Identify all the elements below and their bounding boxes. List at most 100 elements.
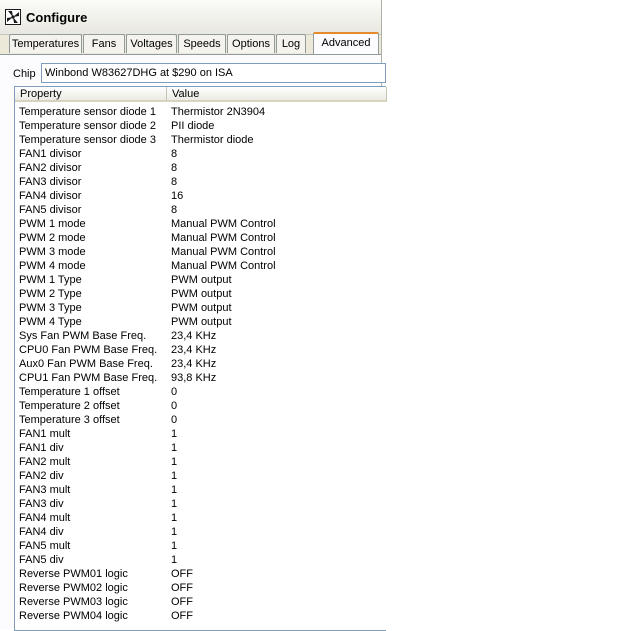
table-row[interactable]: FAN1 divisor 8	[15, 147, 387, 161]
list-header: Property Value	[15, 87, 387, 102]
property-cell: FAN5 div	[19, 554, 64, 566]
property-cell: PWM 1 Type	[19, 274, 82, 286]
table-row[interactable]: Temperature 2 offset 0	[15, 399, 387, 413]
list-rows: Temperature sensor diode 1 Thermistor 2N3…	[15, 105, 387, 623]
table-row[interactable]: FAN4 mult 1	[15, 511, 387, 525]
table-row[interactable]: FAN4 div 1	[15, 525, 387, 539]
table-row[interactable]: FAN5 div 1	[15, 553, 387, 567]
value-cell: OFF	[171, 596, 193, 608]
property-cell: FAN4 div	[19, 526, 64, 538]
window-title: Configure	[26, 10, 88, 25]
tab-voltages[interactable]: Voltages	[126, 34, 177, 53]
property-cell: PWM 4 Type	[19, 316, 82, 328]
property-cell: Temperature sensor diode 2	[19, 120, 156, 132]
property-cell: FAN1 mult	[19, 428, 71, 440]
table-row[interactable]: FAN1 mult 1	[15, 427, 387, 441]
table-row[interactable]: PWM 1 mode Manual PWM Control	[15, 217, 387, 231]
column-header-value[interactable]: Value	[167, 87, 387, 102]
table-row[interactable]: PWM 4 Type PWM output	[15, 315, 387, 329]
title-bar[interactable]: Configure	[0, 0, 381, 35]
table-row[interactable]: Temperature sensor diode 2 PII diode	[15, 119, 387, 133]
value-cell: OFF	[171, 582, 193, 594]
table-row[interactable]: FAN2 divisor 8	[15, 161, 387, 175]
table-row[interactable]: PWM 3 mode Manual PWM Control	[15, 245, 387, 259]
property-cell: Temperature sensor diode 3	[19, 134, 156, 146]
table-row[interactable]: Aux0 Fan PWM Base Freq. 23,4 KHz	[15, 357, 387, 371]
table-row[interactable]: PWM 2 Type PWM output	[15, 287, 387, 301]
value-cell: 8	[171, 176, 178, 188]
value-cell: 8	[171, 162, 178, 174]
property-cell: FAN4 mult	[19, 512, 71, 524]
table-row[interactable]: FAN5 mult 1	[15, 539, 387, 553]
table-row[interactable]: FAN2 div 1	[15, 469, 387, 483]
property-cell: Temperature sensor diode 1	[19, 106, 156, 118]
property-cell: Temperature 1 offset	[19, 386, 120, 398]
table-row[interactable]: FAN3 divisor 8	[15, 175, 387, 189]
table-row[interactable]: Reverse PWM01 logic OFF	[15, 567, 387, 581]
column-header-property[interactable]: Property	[15, 87, 167, 102]
configure-window: Configure Temperatures Fans Voltages Spe…	[0, 0, 387, 631]
property-cell: Temperature 3 offset	[19, 414, 120, 426]
property-cell: Reverse PWM02 logic	[19, 582, 128, 594]
table-row[interactable]: PWM 4 mode Manual PWM Control	[15, 259, 387, 273]
value-cell: 1	[171, 540, 178, 552]
value-cell: 1	[171, 470, 178, 482]
tab-options[interactable]: Options	[227, 34, 275, 53]
value-cell: Thermistor 2N3904	[171, 106, 266, 118]
value-cell: 1	[171, 484, 178, 496]
advanced-panel: Chip Winbond W83627DHG at $290 on ISA Pr…	[0, 54, 387, 631]
table-row[interactable]: Reverse PWM04 logic OFF	[15, 609, 387, 623]
tab-log[interactable]: Log	[276, 34, 306, 53]
property-list[interactable]: Property Value Temperature sensor diode …	[14, 86, 387, 631]
table-row[interactable]: FAN4 divisor 16	[15, 189, 387, 203]
property-cell: Sys Fan PWM Base Freq.	[19, 330, 147, 342]
tab-advanced[interactable]: Advanced	[313, 32, 379, 55]
table-row[interactable]: FAN1 div 1	[15, 441, 387, 455]
value-cell: 1	[171, 526, 178, 538]
table-row[interactable]: PWM 1 Type PWM output	[15, 273, 387, 287]
property-cell: FAN3 mult	[19, 484, 71, 496]
table-row[interactable]: Reverse PWM03 logic OFF	[15, 595, 387, 609]
value-cell: 23,4 KHz	[171, 344, 217, 356]
value-cell: 8	[171, 204, 178, 216]
table-row[interactable]: PWM 2 mode Manual PWM Control	[15, 231, 387, 245]
value-cell: 1	[171, 456, 178, 468]
property-cell: FAN2 div	[19, 470, 64, 482]
table-row[interactable]: FAN3 mult 1	[15, 483, 387, 497]
table-row[interactable]: Temperature sensor diode 3 Thermistor dio…	[15, 133, 387, 147]
value-cell: PWM output	[171, 302, 232, 314]
value-cell: Manual PWM Control	[171, 246, 276, 258]
property-cell: PWM 2 Type	[19, 288, 82, 300]
table-row[interactable]: FAN2 mult 1	[15, 455, 387, 469]
value-cell: 16	[171, 190, 184, 202]
value-cell: 1	[171, 512, 178, 524]
value-cell: Thermistor diode	[171, 134, 254, 146]
property-cell: PWM 4 mode	[19, 260, 86, 272]
value-cell: 0	[171, 400, 178, 412]
table-row[interactable]: FAN5 divisor 8	[15, 203, 387, 217]
property-cell: FAN2 mult	[19, 456, 71, 468]
property-cell: Reverse PWM01 logic	[19, 568, 128, 580]
property-cell: Aux0 Fan PWM Base Freq.	[19, 358, 153, 370]
value-cell: Manual PWM Control	[171, 232, 276, 244]
table-row[interactable]: Temperature 1 offset 0	[15, 385, 387, 399]
value-cell: 1	[171, 498, 178, 510]
table-row[interactable]: FAN3 div 1	[15, 497, 387, 511]
property-cell: PWM 3 mode	[19, 246, 86, 258]
property-cell: Reverse PWM03 logic	[19, 596, 128, 608]
tab-fans[interactable]: Fans	[83, 34, 125, 53]
tab-speeds[interactable]: Speeds	[178, 34, 226, 53]
value-cell: 0	[171, 386, 178, 398]
table-row[interactable]: CPU0 Fan PWM Base Freq. 23,4 KHz	[15, 343, 387, 357]
tab-temperatures[interactable]: Temperatures	[9, 34, 82, 53]
property-cell: FAN4 divisor	[19, 190, 82, 202]
table-row[interactable]: PWM 3 Type PWM output	[15, 301, 387, 315]
table-row[interactable]: CPU1 Fan PWM Base Freq. 93,8 KHz	[15, 371, 387, 385]
table-row[interactable]: Temperature sensor diode 1 Thermistor 2N3…	[15, 105, 387, 119]
fan-icon	[5, 9, 21, 25]
chip-select[interactable]: Winbond W83627DHG at $290 on ISA	[41, 63, 386, 83]
table-row[interactable]: Temperature 3 offset 0	[15, 413, 387, 427]
table-row[interactable]: Reverse PWM02 logic OFF	[15, 581, 387, 595]
property-cell: FAN2 divisor	[19, 162, 82, 174]
table-row[interactable]: Sys Fan PWM Base Freq. 23,4 KHz	[15, 329, 387, 343]
